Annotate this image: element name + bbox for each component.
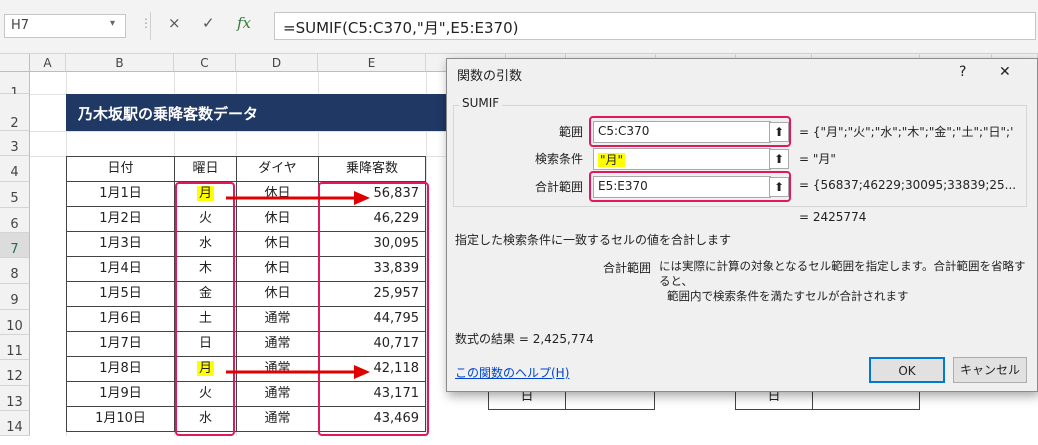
row-header[interactable]: 8 — [0, 258, 30, 284]
row-header[interactable]: 10 — [0, 310, 30, 335]
date-cell[interactable]: 1月1日 — [67, 182, 175, 207]
column-header[interactable]: D — [236, 54, 318, 72]
equals-sign: = — [799, 178, 810, 192]
column-header[interactable]: E — [318, 54, 426, 72]
enter-icon[interactable]: ✓ — [202, 14, 215, 32]
date-cell[interactable]: 1月7日 — [67, 332, 175, 357]
row-header[interactable]: 6 — [0, 208, 30, 233]
schedule-cell[interactable]: 休日 — [237, 207, 319, 232]
cancel-button[interactable]: キャンセル — [953, 357, 1027, 383]
date-cell[interactable]: 1月6日 — [67, 307, 175, 332]
arg-preview: = {56837;46229;30095;33839;25... — [799, 178, 1029, 192]
row-header[interactable]: 14 — [0, 411, 30, 436]
row-header[interactable]: 12 — [0, 360, 30, 386]
arrow-icon — [226, 191, 370, 205]
row-header-active[interactable]: 7 — [0, 233, 30, 258]
arg-label-range: 範囲 — [558, 125, 583, 139]
annotation-box-weekday — [175, 182, 235, 436]
arrow-icon — [226, 365, 370, 379]
row-header[interactable]: 9 — [0, 284, 30, 310]
header-cell[interactable]: 曜日 — [175, 157, 237, 182]
header-cell[interactable]: 乗降客数 — [319, 157, 426, 182]
arg-label-criteria: 検索条件 — [534, 152, 583, 166]
criteria-input[interactable]: "月" — [593, 148, 771, 170]
date-cell[interactable]: 1月8日 — [67, 357, 175, 382]
function-name: SUMIF — [459, 96, 503, 110]
insert-function-icon[interactable]: fx — [237, 14, 251, 32]
highlighted-text: "月" — [598, 153, 626, 167]
dialog-title: 関数の引数 — [457, 69, 523, 84]
column-header[interactable]: A — [30, 54, 66, 72]
help-icon[interactable]: ? — [959, 64, 966, 80]
function-result-value: 2425774 — [812, 210, 867, 224]
arg-preview-value: {"月";"火";"水";"木";"金";"土";"日";' — [812, 125, 1014, 139]
annotation-box-passengers — [318, 182, 429, 436]
header-cell[interactable]: ダイヤ — [237, 157, 319, 182]
annotation-box-sum-range — [589, 171, 791, 202]
sheet-title[interactable]: 乃木坂駅の乗降客数データ — [66, 94, 446, 131]
row-header[interactable]: 1 — [0, 72, 30, 101]
schedule-cell[interactable]: 休日 — [237, 257, 319, 282]
arg-preview-value: "月" — [812, 152, 836, 166]
date-cell[interactable]: 1月5日 — [67, 282, 175, 307]
ok-button[interactable]: OK — [869, 357, 945, 383]
equals-sign: = — [799, 210, 810, 224]
schedule-cell[interactable]: 休日 — [237, 232, 319, 257]
schedule-cell[interactable]: 休日 — [237, 282, 319, 307]
param-description-line: には実際に計算の対象となるセル範囲を指定します。合計範囲を省略すると、 — [659, 259, 1026, 288]
date-cell[interactable]: 1月9日 — [67, 382, 175, 407]
formula-result: 数式の結果 = 2,425,774 — [455, 330, 594, 347]
schedule-cell[interactable]: 通常 — [237, 332, 319, 357]
equals-sign: = — [799, 125, 810, 139]
result-value: 2,425,774 — [532, 332, 594, 346]
row-header[interactable]: 3 — [0, 131, 30, 156]
date-cell[interactable]: 1月4日 — [67, 257, 175, 282]
cancel-icon[interactable]: × — [168, 14, 181, 32]
name-box[interactable]: H7 — [4, 14, 126, 38]
row-header[interactable]: 5 — [0, 182, 30, 208]
date-cell[interactable]: 1月3日 — [67, 232, 175, 257]
result-label: 数式の結果 = — [455, 332, 529, 346]
schedule-cell[interactable]: 通常 — [237, 307, 319, 332]
column-header[interactable]: B — [66, 54, 174, 72]
header-cell[interactable]: 日付 — [67, 157, 175, 182]
param-description: には実際に計算の対象となるセル範囲を指定します。合計範囲を省略すると、 範囲内で… — [659, 259, 1035, 304]
table-header-row: 日付 曜日 ダイヤ 乗降客数 — [67, 157, 426, 182]
column-header[interactable]: C — [174, 54, 236, 72]
schedule-cell[interactable]: 通常 — [237, 407, 319, 432]
row-header[interactable]: 2 — [0, 94, 30, 131]
annotation-box-range — [589, 116, 791, 147]
arg-preview-value: {56837;46229;30095;33839;25... — [812, 178, 1017, 192]
equals-sign: = — [799, 152, 810, 166]
param-name: 合計範囲 — [603, 261, 652, 275]
close-icon[interactable]: ✕ — [999, 64, 1011, 80]
row-header[interactable]: 11 — [0, 335, 30, 360]
schedule-cell[interactable]: 通常 — [237, 382, 319, 407]
divider — [150, 12, 151, 40]
arg-label-sum-range: 合計範囲 — [534, 180, 583, 194]
select-all-corner[interactable] — [0, 54, 30, 72]
arg-preview: = "月" — [799, 150, 1029, 167]
row-header[interactable]: 4 — [0, 156, 30, 182]
date-cell[interactable]: 1月10日 — [67, 407, 175, 432]
function-result: = 2425774 — [799, 210, 866, 224]
row-header[interactable]: 13 — [0, 386, 30, 411]
function-description: 指定した検索条件に一致するセルの値を合計します — [455, 233, 732, 247]
chevron-down-icon[interactable]: ▾ — [110, 18, 115, 29]
formula-input[interactable]: =SUMIF(C5:C370,"月",E5:E370) — [274, 12, 1036, 40]
param-description-line: 範囲内で検索条件を満たすセルが合計されます — [667, 289, 909, 303]
arg-preview: = {"月";"火";"水";"木";"金";"土";"日";' — [799, 123, 1029, 140]
date-cell[interactable]: 1月2日 — [67, 207, 175, 232]
formula-bar: H7 ▾ ⋮ × ✓ fx =SUMIF(C5:C370,"月",E5:E370… — [0, 0, 1038, 54]
collapse-dialog-icon[interactable]: ⬆ — [769, 149, 789, 169]
function-arguments-dialog: 関数の引数 ? ✕ SUMIF 範囲 C5:C370 ⬆ = {"月";"火";… — [446, 58, 1038, 392]
function-help-link[interactable]: この関数のヘルプ(H) — [455, 364, 569, 381]
